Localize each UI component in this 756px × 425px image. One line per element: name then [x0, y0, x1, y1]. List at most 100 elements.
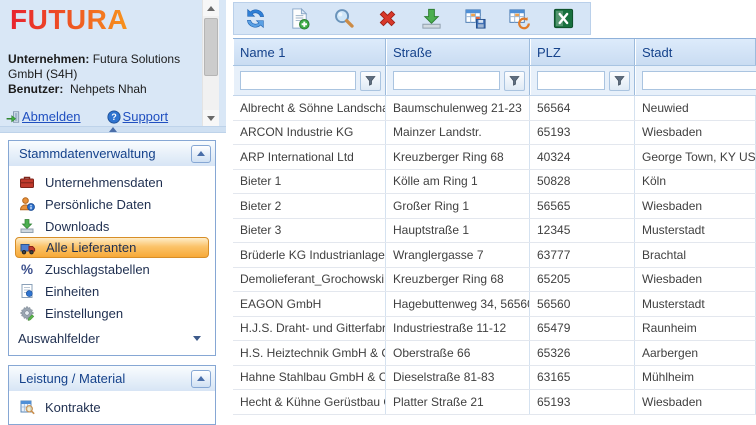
- cell-name-1: ARCON Industrie KG: [233, 121, 386, 145]
- delete-button[interactable]: [375, 6, 400, 31]
- cell-plz: 50828: [530, 170, 635, 194]
- cell-strasse: Hagebuttenweg 34, 56560, D: [386, 292, 530, 316]
- surcharge-tables-icon: %: [18, 261, 35, 278]
- save-grid-layout-button[interactable]: [463, 6, 488, 31]
- sidebar-item-label: Einheiten: [45, 284, 99, 299]
- collapse-button[interactable]: [191, 370, 211, 388]
- cell-strasse: Kreuzberger Ring 68: [386, 145, 530, 169]
- filter-cell-stadt: [635, 66, 756, 95]
- sidebar-item-downloads[interactable]: Downloads: [9, 215, 215, 237]
- main-content: Name 1StraßePLZStadt Albrecht & Söhne La…: [226, 0, 756, 415]
- sidebar-scrollbar[interactable]: [202, 0, 219, 126]
- scroll-down-icon[interactable]: [203, 110, 219, 126]
- cell-stadt: Raunheim: [635, 317, 756, 341]
- new-record-button[interactable]: [287, 6, 312, 31]
- contracts-icon: [18, 399, 35, 416]
- filter-button-plz[interactable]: [609, 71, 630, 91]
- sidebar-item-label: Downloads: [45, 219, 109, 234]
- import-button[interactable]: [419, 6, 444, 31]
- futura-logo: FUTURA: [10, 4, 128, 36]
- cell-plz: 65326: [530, 341, 635, 365]
- support-icon: ?: [107, 110, 121, 124]
- save-grid-layout-icon: [464, 7, 487, 30]
- table-row[interactable]: EAGON GmbHHagebuttenweg 34, 56560, D5656…: [233, 292, 756, 317]
- sidebar-item-label: Kontrakte: [45, 400, 101, 415]
- grid-header-row: Name 1StraßePLZStadt: [233, 39, 756, 66]
- table-row[interactable]: Demolieferant_GrochowskiKreuzberger Ring…: [233, 268, 756, 293]
- filter-cell-plz: [530, 66, 635, 95]
- cell-name-1: H.J.S. Draht- und Gitterfabrik G: [233, 317, 386, 341]
- cell-plz: 56560: [530, 292, 635, 316]
- funnel-icon: [508, 74, 521, 87]
- excel-export-button[interactable]: [551, 6, 576, 31]
- panel-header-leistung-material[interactable]: Leistung / Material: [9, 366, 215, 391]
- column-header-plz[interactable]: PLZ: [530, 39, 635, 65]
- table-row[interactable]: Albrecht & Söhne LandschaftiBaumschulenw…: [233, 96, 756, 121]
- sidebar-item-auswahlfelder[interactable]: Auswahlfelder: [9, 327, 215, 349]
- cell-stadt: Musterstadt: [635, 219, 756, 243]
- user-label: Benutzer:: [8, 82, 63, 96]
- sidebar-item-unternehmensdaten[interactable]: Unternehmensdaten: [9, 171, 215, 193]
- sidebar-item-alle-lieferanten[interactable]: Alle Lieferanten: [15, 237, 209, 258]
- cell-stadt: Musterstadt: [635, 292, 756, 316]
- suppliers-grid: Name 1StraßePLZStadt Albrecht & Söhne La…: [233, 38, 756, 415]
- cell-strasse: Hauptstraße 1: [386, 219, 530, 243]
- cell-stadt: Brachtal: [635, 243, 756, 267]
- user-links: Abmelden ?Support: [6, 109, 168, 124]
- refresh-button[interactable]: [243, 6, 268, 31]
- scrollbar-thumb[interactable]: [204, 18, 218, 76]
- collapse-button[interactable]: [191, 145, 211, 163]
- table-row[interactable]: H.S. Heiztechnik GmbH & Co. jeOberstraße…: [233, 341, 756, 366]
- table-row[interactable]: Bieter 2Großer Ring 156565Wiesbaden: [233, 194, 756, 219]
- table-row[interactable]: ARP International LtdKreuzberger Ring 68…: [233, 145, 756, 170]
- funnel-icon: [364, 74, 377, 87]
- column-header-stadt[interactable]: Stadt: [635, 39, 756, 65]
- logout-link[interactable]: Abmelden: [6, 109, 81, 124]
- cell-stadt: Wiesbaden: [635, 121, 756, 145]
- grid-body: Albrecht & Söhne LandschaftiBaumschulenw…: [233, 96, 756, 415]
- sidebar-item-einstellungen[interactable]: Einstellungen: [9, 302, 215, 324]
- user-pane: FUTURA Unternehmen: Futura Solutions Gmb…: [0, 0, 226, 126]
- search-button[interactable]: [331, 6, 356, 31]
- sidebar-item-zuschlagstabellen[interactable]: %Zuschlagstabellen: [9, 258, 215, 280]
- cell-plz: 63777: [530, 243, 635, 267]
- filter-button-strasse[interactable]: [504, 71, 525, 91]
- table-row[interactable]: Hahne Stahlbau GmbH & Co. KDieselstraße …: [233, 366, 756, 391]
- cell-strasse: Kreuzberger Ring 68: [386, 268, 530, 292]
- panel-header-stammdatenverwaltung[interactable]: Stammdatenverwaltung: [9, 141, 215, 166]
- filter-button-name-1[interactable]: [360, 71, 381, 91]
- cell-name-1: Bieter 3: [233, 219, 386, 243]
- reset-grid-layout-button[interactable]: [507, 6, 532, 31]
- scroll-up-icon[interactable]: [203, 0, 219, 16]
- panel-title: Stammdatenverwaltung: [19, 146, 156, 161]
- table-row[interactable]: Bieter 1Kölle am Ring 150828Köln: [233, 170, 756, 195]
- cell-strasse: Oberstraße 66: [386, 341, 530, 365]
- table-row[interactable]: Bieter 3Hauptstraße 112345Musterstadt: [233, 219, 756, 244]
- sidebar-item-personliche-daten[interactable]: Persönliche Daten: [9, 193, 215, 215]
- filter-input-name-1[interactable]: [240, 71, 356, 90]
- filter-input-strasse[interactable]: [393, 71, 500, 90]
- sidebar-item-einheiten[interactable]: Einheiten: [9, 280, 215, 302]
- panel-title: Leistung / Material: [19, 371, 125, 386]
- column-header-strasse[interactable]: Straße: [386, 39, 530, 65]
- cell-plz: 65479: [530, 317, 635, 341]
- cell-name-1: Brüderle KG Industrianlagen: [233, 243, 386, 267]
- cell-strasse: Großer Ring 1: [386, 194, 530, 218]
- collapse-splitter[interactable]: [0, 126, 226, 133]
- refresh-icon: [244, 7, 267, 30]
- filter-input-plz[interactable]: [537, 71, 605, 90]
- cell-plz: 63165: [530, 366, 635, 390]
- cell-name-1: Bieter 2: [233, 194, 386, 218]
- table-row[interactable]: ARCON Industrie KGMainzer Landstr.65193W…: [233, 121, 756, 146]
- delete-icon: [376, 7, 399, 30]
- support-link[interactable]: ?Support: [107, 109, 169, 124]
- cell-plz: 65205: [530, 268, 635, 292]
- column-header-name-1[interactable]: Name 1: [233, 39, 386, 65]
- filter-input-stadt[interactable]: [642, 71, 756, 90]
- cell-plz: 56564: [530, 96, 635, 120]
- table-row[interactable]: H.J.S. Draht- und Gitterfabrik GIndustri…: [233, 317, 756, 342]
- table-row[interactable]: Hecht & Kühne Gerüstbau GmPlatter Straße…: [233, 390, 756, 415]
- suppliers-icon: [19, 239, 36, 256]
- table-row[interactable]: Brüderle KG IndustrianlagenWranglergasse…: [233, 243, 756, 268]
- cell-name-1: Bieter 1: [233, 170, 386, 194]
